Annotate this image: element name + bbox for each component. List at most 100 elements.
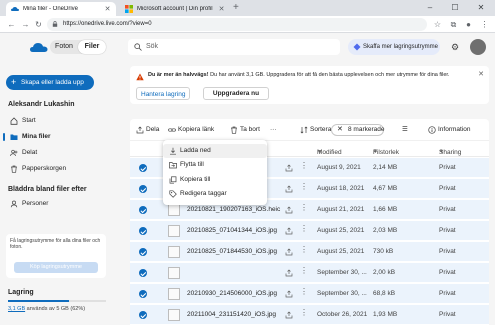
- tab-close-icon[interactable]: ✕: [218, 5, 225, 13]
- manage-storage-link[interactable]: Hantera lagring: [136, 87, 191, 100]
- table-row[interactable]: 20210825_071041344_iOS.jpg ⋮ August 25, 20…: [130, 221, 489, 241]
- image-file-icon: [168, 309, 180, 321]
- storage-usage-fill: [8, 300, 69, 302]
- file-size: 2,00 kB: [373, 269, 396, 276]
- share-icon[interactable]: [285, 269, 293, 277]
- share-icon[interactable]: [285, 185, 293, 193]
- tab-close-icon[interactable]: ✕: [104, 5, 111, 13]
- new-tab-button[interactable]: +: [233, 2, 239, 14]
- more-actions-icon[interactable]: ⋮: [300, 203, 308, 212]
- more-actions-icon[interactable]: ⋮: [300, 266, 308, 275]
- menu-item-download[interactable]: Ladda ned: [163, 144, 267, 158]
- row-checkbox[interactable]: [139, 248, 147, 256]
- row-checkbox[interactable]: [139, 227, 147, 235]
- file-name[interactable]: 20210825_071041344_iOS.jpg: [187, 227, 277, 234]
- more-actions-icon[interactable]: ⋮: [300, 245, 308, 254]
- storage-upsell-card: Få lagringsutrymme för alla dina filer o…: [6, 234, 106, 278]
- row-checkbox[interactable]: [139, 185, 147, 193]
- more-actions-icon[interactable]: ⋮: [300, 182, 308, 191]
- file-modified: August 25, 2021: [317, 248, 365, 255]
- share-button[interactable]: Dela: [136, 124, 159, 136]
- sidebar-item-recycle-bin[interactable]: Papperskorgen: [8, 163, 114, 175]
- more-actions-icon[interactable]: ⋮: [300, 287, 308, 296]
- chevron-down-icon: ▼: [439, 149, 444, 155]
- maximize-button[interactable]: ☐: [444, 0, 466, 16]
- sort-label: Sortera: [310, 126, 332, 133]
- clear-selection-icon[interactable]: ✕: [337, 125, 343, 135]
- share-icon[interactable]: [285, 248, 293, 256]
- more-actions-icon[interactable]: ⋮: [300, 161, 308, 170]
- row-checkbox[interactable]: [139, 164, 147, 172]
- row-checkbox[interactable]: [139, 269, 147, 277]
- settings-gear-icon[interactable]: ⚙: [450, 42, 460, 52]
- table-row[interactable]: 20210930_214506000_iOS.jpg ⋮ September 30,…: [130, 284, 489, 304]
- create-label: Skapa eller ladda upp: [21, 79, 84, 86]
- browser-menu-icon[interactable]: ⋮: [479, 19, 490, 30]
- information-button[interactable]: Information: [428, 124, 471, 136]
- table-row[interactable]: 20210825_071844530_iOS.jpg ⋮ August 25, 20…: [130, 242, 489, 262]
- file-size: 1,66 MB: [373, 206, 398, 213]
- url-field[interactable]: https://onedrive.live.com/?view=0: [47, 18, 427, 31]
- banner-close-icon[interactable]: ✕: [478, 70, 484, 78]
- copy-link-button[interactable]: Kopiera länk: [168, 124, 214, 136]
- table-row[interactable]: 20211004_231151420_iOS.jpg ⋮ October 26, 2…: [130, 305, 489, 325]
- selection-count-pill[interactable]: ✕ 8 markerade: [331, 124, 385, 136]
- sort-button[interactable]: Sortera: [300, 124, 331, 136]
- image-file-icon: [168, 246, 180, 258]
- forward-button[interactable]: →: [20, 19, 31, 30]
- file-name[interactable]: 20210825_071844530_iOS.jpg: [187, 248, 277, 255]
- onedrive-logo-icon: [30, 43, 48, 52]
- menu-item-edit-tags[interactable]: Redigera taggar: [163, 187, 267, 201]
- sidebar-item-people[interactable]: Personer: [8, 198, 114, 210]
- buy-storage-button[interactable]: Köp lagringsutrymme: [14, 262, 98, 273]
- close-window-button[interactable]: ✕: [470, 0, 492, 16]
- share-icon[interactable]: [285, 164, 293, 172]
- create-or-upload-button[interactable]: + Skapa eller ladda upp: [6, 75, 94, 90]
- reload-button[interactable]: ↻: [33, 19, 44, 30]
- extensions-icon[interactable]: ⧉: [448, 19, 459, 30]
- selection-count: 8 markerade: [348, 126, 385, 133]
- file-name[interactable]: 20211004_231151420_iOS.jpg: [187, 311, 276, 318]
- search-input[interactable]: Sök: [128, 39, 340, 55]
- back-button[interactable]: ←: [6, 19, 17, 30]
- share-icon[interactable]: [285, 290, 293, 298]
- sidebar-item-my-files[interactable]: Mina filer: [3, 131, 114, 143]
- menu-item-copy-to[interactable]: Kopiera till: [163, 173, 267, 187]
- file-name[interactable]: 20210930_214506000_iOS.jpg: [187, 290, 277, 297]
- row-checkbox[interactable]: [139, 290, 147, 298]
- table-row[interactable]: ⋮ September 30, ... 2,00 kB Privat: [130, 263, 489, 283]
- more-actions-icon[interactable]: ⋮: [300, 308, 308, 317]
- star-icon[interactable]: ☆: [432, 19, 443, 30]
- menu-item-move-to[interactable]: Flytta till: [163, 158, 267, 172]
- profile-icon[interactable]: ●: [463, 19, 474, 30]
- more-actions-icon[interactable]: ⋮: [300, 224, 308, 233]
- sidebar-item-start[interactable]: Start: [8, 115, 114, 127]
- file-sharing: Privat: [439, 206, 456, 213]
- share-icon[interactable]: [285, 227, 293, 235]
- browser-tab-microsoft-account[interactable]: Microsoft account | Din profil ✕: [120, 2, 230, 16]
- address-bar-row: ← → ↻ https://onedrive.live.com/?view=0 …: [0, 16, 495, 33]
- sidebar-item-shared[interactable]: Delat: [8, 147, 114, 159]
- upgrade-now-button[interactable]: Uppgradera nu: [203, 87, 269, 100]
- file-name[interactable]: 20210821_190207163_iOS.heic: [187, 206, 280, 213]
- row-checkbox[interactable]: [139, 311, 147, 319]
- storage-used-link[interactable]: 3,1 GB: [8, 306, 25, 312]
- share-icon[interactable]: [285, 206, 293, 214]
- share-label: Dela: [146, 126, 160, 133]
- browser-tab-onedrive[interactable]: Mina filer - OneDrive ✕: [6, 2, 116, 16]
- more-commands-button[interactable]: ···: [270, 124, 277, 136]
- files-tab[interactable]: Filer: [78, 40, 106, 54]
- minimize-button[interactable]: –: [419, 0, 441, 16]
- photos-tab[interactable]: Foton: [50, 40, 78, 54]
- image-file-icon: [168, 204, 180, 216]
- row-checkbox[interactable]: [139, 206, 147, 214]
- context-menu: Ladda ned Flytta till Kopiera till Redig…: [163, 140, 267, 205]
- get-more-storage-button[interactable]: Skaffa mer lagringsutrymme: [348, 39, 440, 55]
- share-icon[interactable]: [285, 311, 293, 319]
- avatar[interactable]: [470, 39, 486, 55]
- people-icon: [10, 149, 18, 157]
- trash-icon: [11, 165, 17, 173]
- view-options-button[interactable]: ☰: [402, 124, 408, 136]
- delete-button[interactable]: Ta bort: [230, 124, 260, 136]
- main-content: Du är mer än halvvägs! Du har använt 3,1…: [118, 61, 495, 325]
